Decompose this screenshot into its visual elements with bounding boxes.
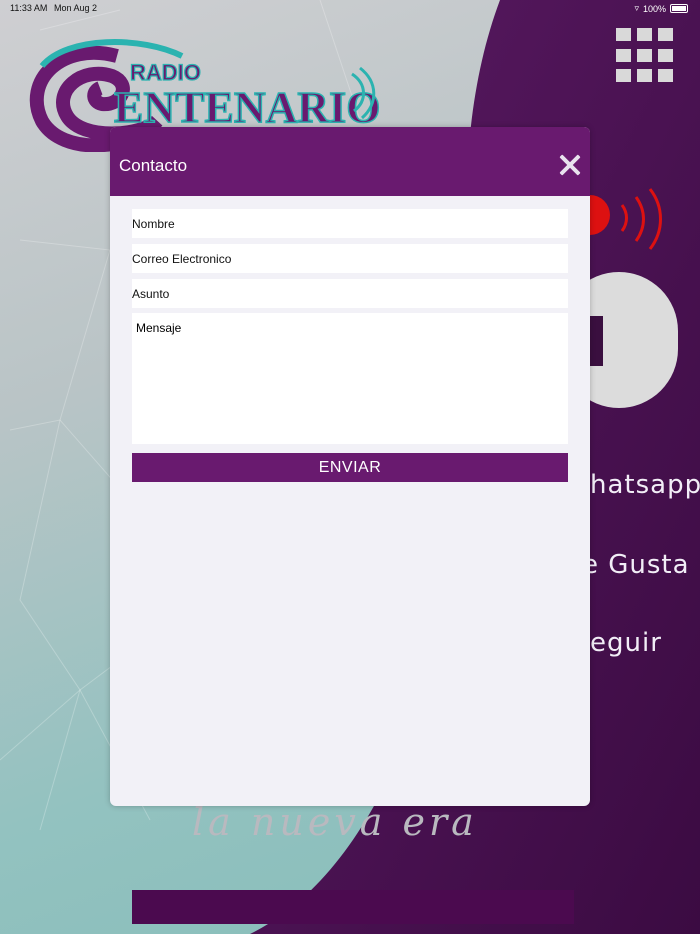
email-field[interactable]: Correo Electronico — [132, 244, 568, 273]
battery-icon — [670, 4, 688, 13]
status-right: ▿ 100% — [634, 3, 688, 14]
status-bar: 11:33 AM Mon Aug 2 ▿ 100% — [0, 0, 700, 18]
name-field[interactable]: Nombre — [132, 209, 568, 238]
logo-top-word: RADIO — [130, 60, 201, 85]
modal-header: Contacto — [110, 127, 590, 196]
message-placeholder: Mensaje — [136, 321, 182, 335]
logo-main-word: ENTENARIO — [114, 83, 381, 132]
status-date: Mon Aug 2 — [54, 3, 98, 13]
bottom-bar — [132, 890, 574, 924]
speaker-icon — [580, 188, 662, 250]
like-link[interactable]: e Gusta — [582, 550, 690, 580]
close-icon[interactable] — [558, 153, 582, 177]
status-time: 11:33 AM — [10, 3, 48, 13]
subject-placeholder: Asunto — [132, 287, 170, 301]
whatsapp-link[interactable]: hatsapp — [590, 470, 700, 500]
follow-link[interactable]: eguir — [590, 628, 662, 658]
contact-modal: Contacto Nombre Correo Electronico Asunt… — [110, 127, 590, 806]
email-placeholder: Correo Electronico — [132, 252, 232, 266]
slogan-text: la nueva era — [192, 800, 478, 844]
name-placeholder: Nombre — [132, 217, 175, 231]
message-field[interactable]: Mensaje — [132, 313, 568, 444]
modal-title: Contacto — [119, 156, 188, 175]
battery-percent: 100% — [642, 3, 666, 14]
subject-field[interactable]: Asunto — [132, 279, 568, 308]
wifi-icon: ▿ — [634, 3, 639, 13]
grid-menu-icon[interactable] — [616, 28, 676, 84]
submit-button[interactable]: ENVIAR — [132, 453, 568, 482]
